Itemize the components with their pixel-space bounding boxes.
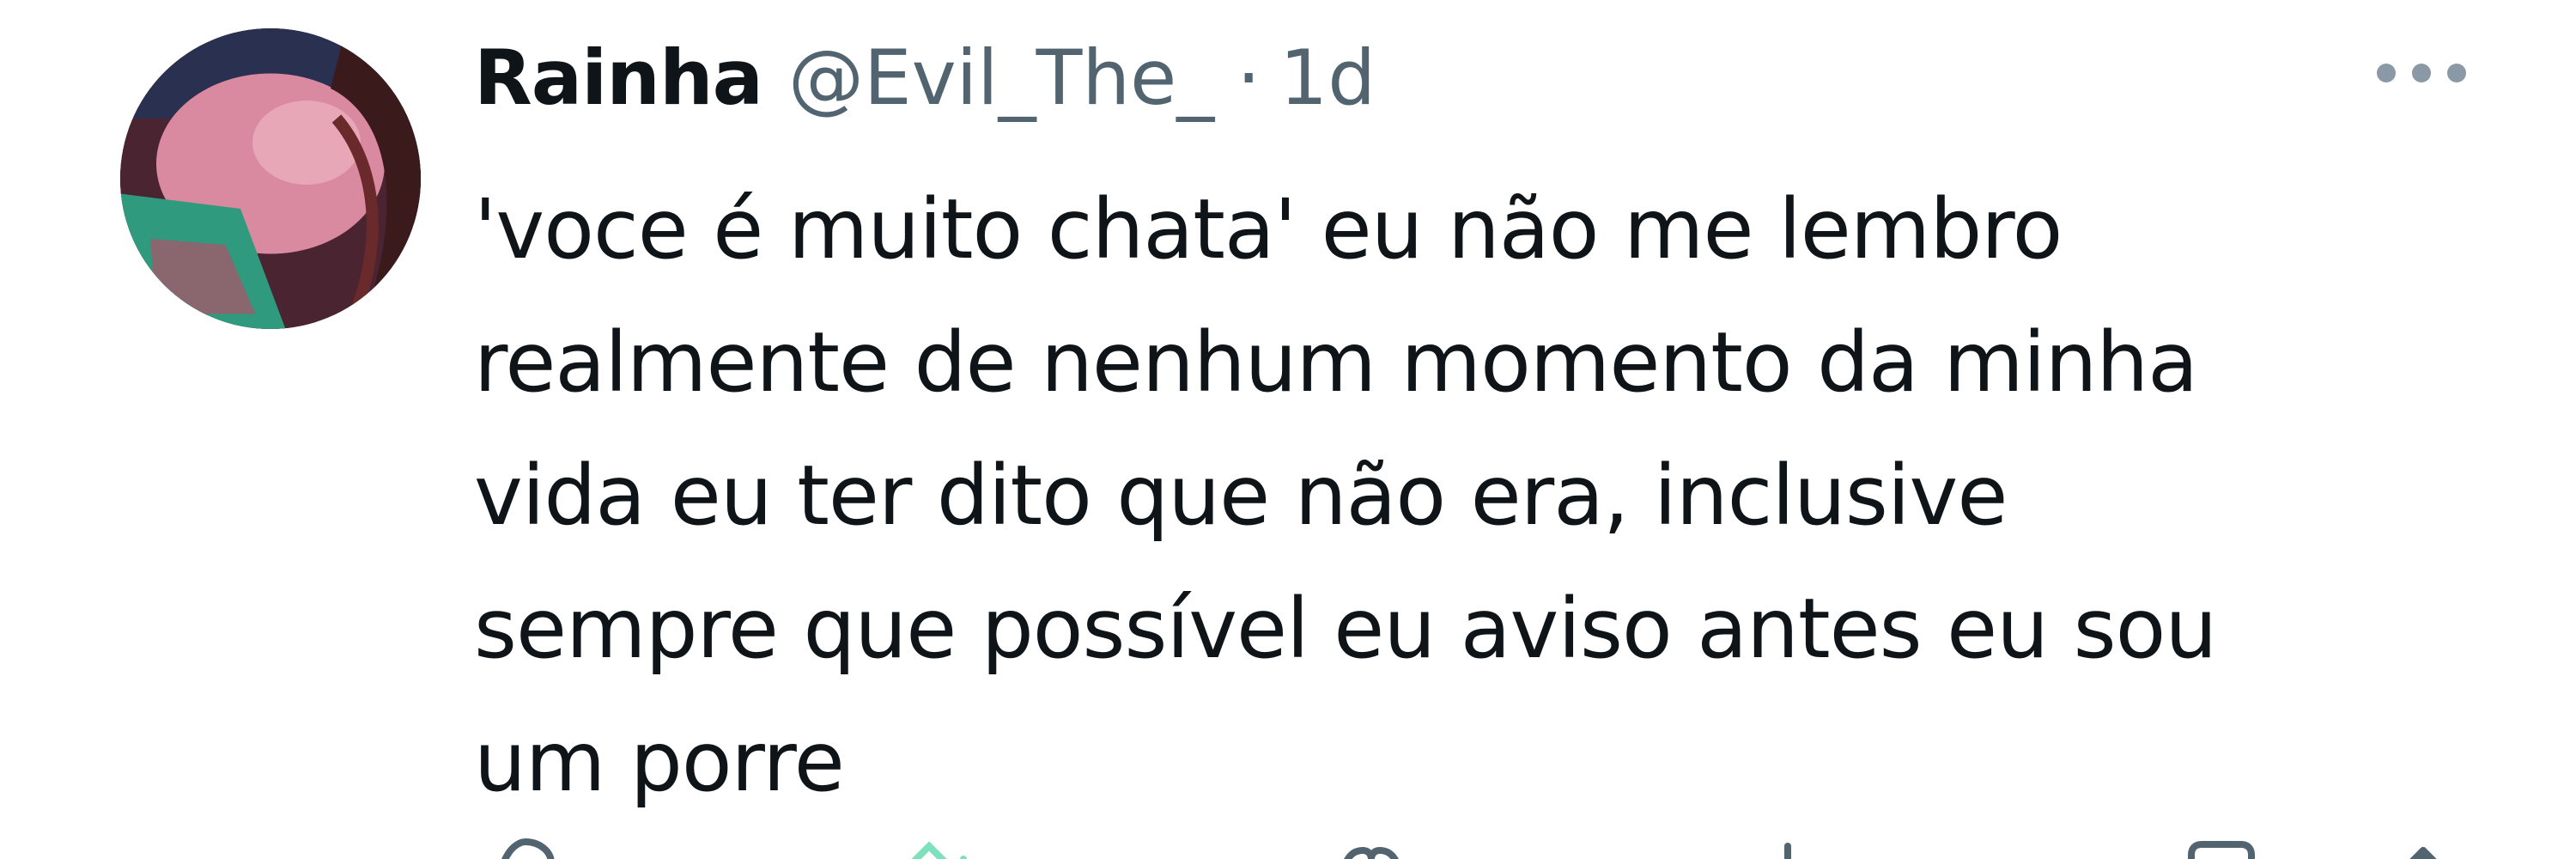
tweet-text-line: 'voce é muito chata' eu não me lembro bbox=[474, 181, 2063, 277]
like-icon[interactable] bbox=[1333, 838, 1410, 859]
avatar-image bbox=[120, 28, 421, 329]
bookmark-icon[interactable] bbox=[2183, 838, 2260, 859]
timestamp[interactable]: 1d bbox=[1279, 34, 1376, 122]
tweet-text-line: sempre que possível eu aviso antes eu so… bbox=[474, 581, 2217, 677]
tweet-actions bbox=[474, 838, 2535, 859]
tweet-text-line: realmente de nenhum momento da minha bbox=[474, 314, 2198, 411]
tweet-text: 'voce é muito chata' eu não me lembro re… bbox=[474, 163, 2518, 829]
tweet-header: Rainha @Evil_The_ · 1d bbox=[474, 26, 1376, 129]
tweet-text-line: vida eu ter dito que não era, inclusive bbox=[474, 448, 2008, 544]
avatar[interactable] bbox=[120, 28, 421, 329]
separator-dot: · bbox=[1236, 33, 1261, 122]
retweet-icon[interactable] bbox=[903, 838, 1006, 859]
tweet-text-line: um porre bbox=[474, 714, 845, 810]
views-icon[interactable] bbox=[1762, 838, 1814, 859]
reply-icon[interactable] bbox=[491, 838, 560, 859]
user-handle[interactable]: @Evil_The_ bbox=[788, 34, 1214, 122]
tweet-card[interactable]: Rainha @Evil_The_ · 1d 'voce é muito cha… bbox=[0, 0, 2576, 859]
display-name[interactable]: Rainha bbox=[474, 34, 763, 122]
more-horizontal-icon[interactable] bbox=[2370, 52, 2473, 94]
share-icon[interactable] bbox=[2380, 838, 2466, 859]
